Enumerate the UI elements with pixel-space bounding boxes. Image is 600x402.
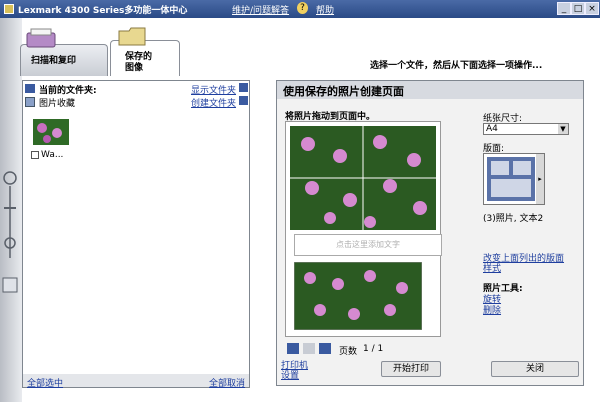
- layout-description: (3)照片, 文本2: [483, 214, 544, 224]
- help-icon: ?: [297, 2, 308, 14]
- tab-saved-images[interactable]: 保存的 图像: [110, 27, 180, 76]
- folder-small-icon: [25, 97, 35, 107]
- maintenance-link[interactable]: 维护/问题解答: [232, 3, 289, 16]
- thumbnail-caption: Wa...: [41, 150, 64, 160]
- folder-name: 图片收藏: [39, 99, 76, 109]
- tab-saved-images-label-2: 图像: [125, 63, 144, 73]
- prev-page-icon[interactable]: [287, 343, 299, 354]
- zoom-slider-icon[interactable]: [0, 168, 22, 308]
- create-folder-link[interactable]: 创建文件夹: [191, 96, 236, 109]
- deselect-all-link[interactable]: 全部取消: [209, 376, 245, 389]
- panel-title: 使用保存的照片创建页面: [283, 85, 404, 98]
- window-title: Lexmark 4300 Series多功能一体中心: [18, 6, 188, 16]
- close-window-button[interactable]: ×: [585, 2, 599, 15]
- tab-scan-copy[interactable]: 扫描和复印: [20, 28, 108, 76]
- close-button[interactable]: 关闭: [491, 361, 579, 377]
- change-layout-link-2[interactable]: 样式: [483, 261, 501, 274]
- page-icon[interactable]: [303, 343, 315, 354]
- left-decoration: [0, 18, 22, 402]
- chevron-down-icon[interactable]: ▼: [558, 124, 568, 134]
- create-folder-arrow-icon[interactable]: [239, 96, 248, 105]
- text-slot[interactable]: 点击这里添加文字: [294, 234, 442, 256]
- create-page-panel: 使用保存的照片创建页面 将照片拖动到页面中。 点击这里添加文字 页数 1 / 1: [276, 80, 584, 386]
- delete-link[interactable]: 删除: [483, 303, 501, 316]
- minimize-button[interactable]: _: [557, 2, 571, 15]
- page-label: 页数: [339, 347, 358, 357]
- file-browser-panel: 当前的文件夹: 显示文件夹 图片收藏 创建文件夹 Wa... 全部选中 全部取消: [22, 80, 250, 389]
- folder-icon: [118, 27, 146, 46]
- paper-size-value: A4: [486, 124, 498, 134]
- show-folder-link[interactable]: 显示文件夹: [191, 83, 236, 96]
- thumbnail-image[interactable]: [33, 119, 69, 145]
- layout-thumbnail: [487, 157, 535, 201]
- layout-picker[interactable]: ▸: [483, 153, 545, 205]
- current-folder-label: 当前的文件夹:: [39, 86, 97, 96]
- tab-scan-copy-label: 扫描和复印: [31, 56, 77, 66]
- printer-settings-link-2[interactable]: 设置: [281, 368, 299, 381]
- app-icon: [4, 4, 14, 14]
- photo-slot-bottom[interactable]: [294, 262, 422, 330]
- layout-chevron-icon[interactable]: ▸: [536, 154, 544, 204]
- page-value: 1 / 1: [363, 344, 384, 354]
- maximize-button[interactable]: □: [571, 2, 585, 15]
- photo-slot-top[interactable]: [290, 126, 436, 230]
- page-preview[interactable]: 点击这里添加文字: [285, 121, 442, 337]
- instruction-text: 选择一个文件，然后从下面选择一项操作...: [370, 61, 543, 71]
- paper-size-select[interactable]: A4 ▼: [483, 123, 569, 135]
- title-bar[interactable]: Lexmark 4300 Series多功能一体中心 维护/问题解答 ? 帮助 …: [0, 0, 600, 18]
- thumbnail-checkbox[interactable]: [31, 151, 39, 159]
- back-arrow-icon[interactable]: [25, 84, 35, 93]
- panel-header: 使用保存的照片创建页面: [277, 81, 583, 99]
- scanner-icon: [26, 28, 56, 48]
- next-page-icon[interactable]: [319, 343, 331, 354]
- select-all-link[interactable]: 全部选中: [27, 376, 63, 389]
- instruction-area: 选择一个文件，然后从下面选择一项操作...: [250, 18, 600, 80]
- start-print-button[interactable]: 开始打印: [381, 361, 441, 377]
- show-folder-arrow-icon[interactable]: [239, 83, 248, 92]
- help-link[interactable]: 帮助: [316, 3, 334, 16]
